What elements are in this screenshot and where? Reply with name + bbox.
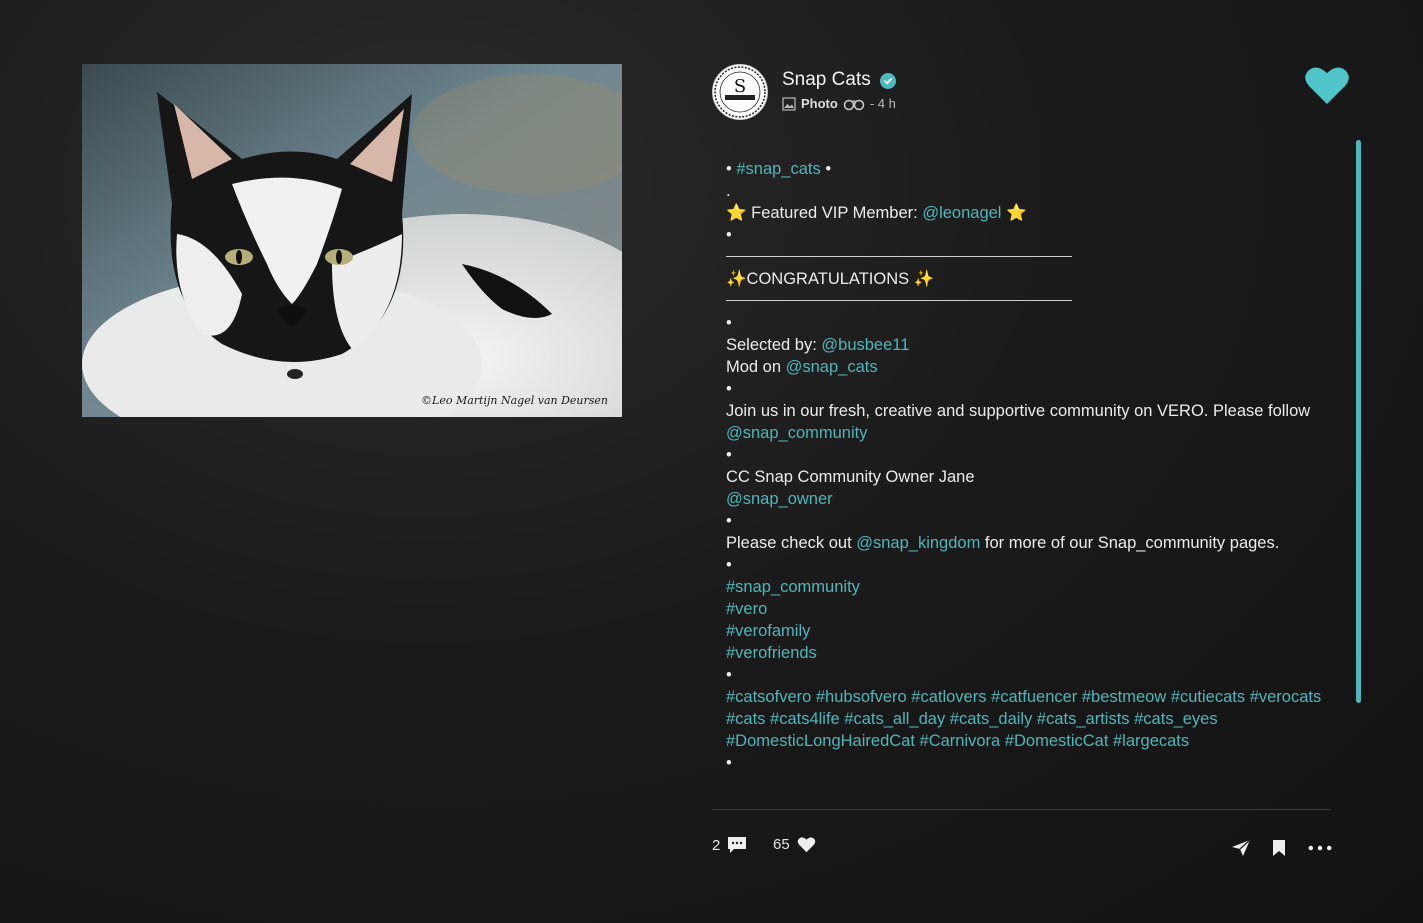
avatar[interactable]: S — [712, 64, 768, 120]
mention-link[interactable]: @snap_kingdom — [856, 534, 980, 552]
hashtag-link[interactable]: #verofamily — [726, 622, 810, 640]
caption-line: #vero — [726, 598, 1326, 620]
post-photo[interactable]: ©Leo Martijn Nagel van Deursen — [82, 64, 622, 417]
avatar-letter: S — [734, 76, 746, 97]
hashtag-link[interactable]: #verofriends — [726, 644, 817, 662]
post-footer: 2 65 — [712, 836, 1334, 862]
more-options-button[interactable] — [1308, 836, 1332, 860]
caption-line: • — [726, 556, 732, 574]
caption-line: • — [726, 512, 732, 530]
hashtag-link[interactable]: #snap_cats — [736, 160, 820, 178]
post-type: Photo — [801, 96, 838, 111]
caption-line: Please check out @snap_kingdom for more … — [726, 534, 1280, 552]
verified-check-icon — [880, 73, 896, 89]
like-heart-button[interactable] — [1304, 64, 1350, 106]
mention-link[interactable]: @leonagel — [922, 204, 1001, 222]
caption-scrollbar[interactable] — [1356, 140, 1362, 808]
caption-line: • — [726, 754, 732, 772]
snap-logo-icon: S — [714, 66, 766, 118]
caption-line: • — [726, 446, 732, 464]
share-button[interactable] — [1229, 836, 1253, 860]
post-meta: Photo - 4 h — [782, 96, 896, 111]
user-name[interactable]: Snap Cats — [782, 69, 871, 91]
cat-image — [82, 64, 622, 417]
caption-line: @snap_owner — [726, 488, 1326, 510]
photo-icon — [782, 96, 796, 111]
heart-icon — [797, 837, 815, 853]
mention-link[interactable]: @snap_owner — [726, 490, 833, 508]
comments-button[interactable]: 2 — [712, 836, 747, 854]
caption-line: Selected by: @busbee11 — [726, 336, 910, 354]
hashtag-link[interactable]: #snap_community — [726, 578, 860, 596]
bookmark-button[interactable] — [1267, 836, 1291, 860]
comment-count: 2 — [712, 836, 721, 854]
visibility-icon — [843, 99, 865, 110]
hashtag-link[interactable]: #vero — [726, 600, 767, 618]
caption-divider — [726, 256, 1072, 257]
send-icon — [1232, 839, 1251, 856]
footer-divider — [712, 809, 1331, 810]
scrollbar-thumb[interactable] — [1356, 140, 1361, 703]
post-time: - 4 h — [869, 96, 896, 111]
caption-line: #verofriends — [726, 642, 1326, 664]
post-caption: • #snap_cats • . ⭐ Featured VIP Member: … — [726, 158, 1326, 808]
heart-icon — [1305, 67, 1349, 104]
caption-line: Join us in our fresh, creative and suppo… — [726, 402, 1315, 442]
post-header: S Snap Cats Photo - 4 h — [712, 64, 1352, 122]
caption-line: ✨CONGRATULATIONS ✨ — [726, 270, 935, 288]
mention-link[interactable]: @snap_cats — [786, 358, 878, 376]
caption-line: CC Snap Community Owner Jane — [726, 468, 975, 486]
like-count: 65 — [773, 836, 790, 853]
caption-line: • — [726, 380, 732, 398]
caption-line: Mod on @snap_cats — [726, 358, 878, 376]
more-icon — [1308, 845, 1332, 851]
hashtag-list[interactable]: #catsofvero #hubsofvero #catlovers #catf… — [726, 686, 1326, 752]
caption-line: #snap_community — [726, 576, 1326, 598]
bookmark-icon — [1273, 840, 1285, 856]
photo-credit: ©Leo Martijn Nagel van Deursen — [421, 394, 608, 407]
caption-line: • — [726, 314, 732, 332]
comment-icon — [728, 837, 747, 853]
caption-line: . — [726, 182, 731, 200]
caption-divider — [726, 300, 1072, 301]
mention-link[interactable]: @busbee11 — [821, 336, 909, 354]
likes-button[interactable]: 65 — [773, 836, 816, 853]
caption-line: • #snap_cats • — [726, 160, 832, 178]
caption-line: ⭐ Featured VIP Member: @leonagel ⭐ — [726, 204, 1027, 222]
caption-line: • — [726, 666, 732, 684]
caption-line: #verofamily — [726, 620, 1326, 642]
mention-link[interactable]: @snap_community — [726, 424, 867, 442]
caption-line: • — [726, 226, 732, 244]
